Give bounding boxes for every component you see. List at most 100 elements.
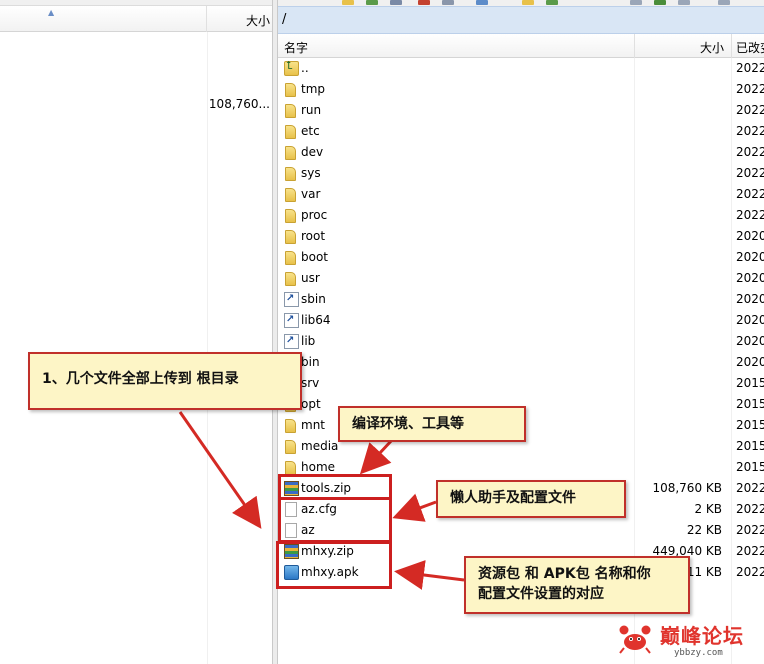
file-modified: 2015 <box>736 460 764 474</box>
file-modified: 2022 <box>736 523 764 537</box>
folder-icon <box>285 146 296 160</box>
folder-icon <box>285 125 296 139</box>
toolbar-edit-icon[interactable] <box>390 0 402 5</box>
file-modified: 2015 <box>736 418 764 432</box>
file-name: run <box>301 103 322 117</box>
size-column-header[interactable]: 大小 <box>634 39 724 56</box>
file-row[interactable]: srv 2015 <box>278 373 764 394</box>
toolbar-sync-icon[interactable] <box>546 0 558 5</box>
config-files-highlight <box>278 497 392 543</box>
file-name: media <box>301 439 339 453</box>
toolbar-refresh-icon[interactable] <box>366 0 378 5</box>
local-size-column-header[interactable]: 大小 <box>208 12 270 29</box>
file-modified: 2022 <box>736 187 764 201</box>
file-modified: 2020 <box>736 250 764 264</box>
toolbar-properties-icon[interactable] <box>442 0 454 5</box>
file-name: srv <box>301 376 320 390</box>
link-icon <box>284 313 299 328</box>
file-modified: 2015 <box>736 397 764 411</box>
file-row[interactable]: tmp 2022 <box>278 79 764 100</box>
remote-path-bar[interactable]: / <box>278 6 764 34</box>
column-divider <box>207 32 208 664</box>
sort-ascending-icon: ▲ <box>48 8 55 17</box>
modified-column-header[interactable]: 已改变 <box>736 39 764 56</box>
toolbar-home-icon[interactable] <box>718 0 730 5</box>
file-row[interactable]: var 2022 <box>278 184 764 205</box>
file-name: sys <box>301 166 321 180</box>
link-icon <box>284 292 299 307</box>
file-row[interactable]: run 2022 <box>278 100 764 121</box>
file-modified: 2022 <box>736 103 764 117</box>
file-name: etc <box>301 124 320 138</box>
file-size: 22 KB <box>686 523 722 537</box>
file-row[interactable]: sys 2022 <box>278 163 764 184</box>
link-icon <box>284 334 299 349</box>
watermark-text: 巅峰论坛 <box>660 624 744 648</box>
file-row[interactable]: sbin 2020 <box>278 289 764 310</box>
file-row[interactable]: lib64 2020 <box>278 310 764 331</box>
file-modified: 2022 <box>736 565 764 579</box>
file-modified: 2015 <box>736 376 764 390</box>
file-modified: 2020 <box>736 355 764 369</box>
folder-icon <box>285 440 296 454</box>
config-callout: 懒人助手及配置文件 <box>436 480 626 518</box>
toolbar-search-icon[interactable] <box>630 0 642 5</box>
file-row[interactable]: dev 2022 <box>278 142 764 163</box>
file-row[interactable]: proc 2022 <box>278 205 764 226</box>
file-modified: 2022 <box>736 166 764 180</box>
file-modified: 2022 <box>736 124 764 138</box>
folder-icon <box>285 230 296 244</box>
crab-logo-icon <box>619 625 651 654</box>
folder-icon <box>285 272 296 286</box>
folder-icon <box>285 83 296 97</box>
file-modified: 2020 <box>736 271 764 285</box>
name-column-header[interactable]: 名字 <box>284 39 308 56</box>
file-row[interactable]: boot 2020 <box>278 247 764 268</box>
file-modified: 2020 <box>736 334 764 348</box>
file-row[interactable]: lib 2020 <box>278 331 764 352</box>
file-row[interactable]: root 2020 <box>278 226 764 247</box>
folder-icon <box>285 104 296 118</box>
local-name-column-header[interactable]: ▲ <box>0 6 207 32</box>
file-size: 2 KB <box>694 502 722 516</box>
toolbar-nav-icon[interactable] <box>654 0 666 5</box>
file-name: lib64 <box>301 313 331 327</box>
file-name: lib <box>301 334 316 348</box>
file-name: opt <box>301 397 321 411</box>
file-row[interactable]: bin 2020 <box>278 352 764 373</box>
folder-up-icon <box>284 59 299 76</box>
file-modified: 2022 <box>736 481 764 495</box>
toolbar-find-icon[interactable] <box>678 0 690 5</box>
current-path: / <box>282 12 287 27</box>
file-name: proc <box>301 208 328 222</box>
watermark-url: ybbzy.com <box>674 648 723 658</box>
toolbar-delete-icon[interactable] <box>418 0 430 5</box>
resource-callout: 资源包 和 APK包 名称和你 配置文件设置的对应 <box>464 556 690 614</box>
toolbar-new-icon[interactable] <box>476 0 488 5</box>
file-row[interactable]: .. 2022 <box>278 58 764 79</box>
resource-note-line2: 配置文件设置的对应 <box>478 586 604 602</box>
file-modified: 2022 <box>736 208 764 222</box>
forum-watermark: 巅峰论坛 ybbzy.com <box>608 618 764 664</box>
file-modified: 2015 <box>736 439 764 453</box>
file-name: boot <box>301 250 329 264</box>
file-row[interactable]: usr 2020 <box>278 268 764 289</box>
local-column-header: ▲ 大小 <box>0 6 272 32</box>
file-size: 108,760 KB <box>652 481 722 495</box>
toolbar-bookmark-icon[interactable] <box>522 0 534 5</box>
file-modified: 2020 <box>736 229 764 243</box>
upload-note: 1、几个文件全部上传到 根目录 <box>42 371 239 387</box>
folder-icon <box>285 461 296 475</box>
file-name: mnt <box>301 418 325 432</box>
file-name: root <box>301 229 326 243</box>
file-name: bin <box>301 355 320 369</box>
remote-column-header: 名字 大小 已改变 <box>278 34 764 58</box>
column-separator[interactable] <box>731 34 732 58</box>
tools-callout: 编译环境、工具等 <box>338 406 526 442</box>
file-modified: 2022 <box>736 544 764 558</box>
toolbar-folder-icon[interactable] <box>342 0 354 5</box>
file-row[interactable]: etc 2022 <box>278 121 764 142</box>
file-modified: 2020 <box>736 313 764 327</box>
file-name: var <box>301 187 321 201</box>
file-name: dev <box>301 145 324 159</box>
